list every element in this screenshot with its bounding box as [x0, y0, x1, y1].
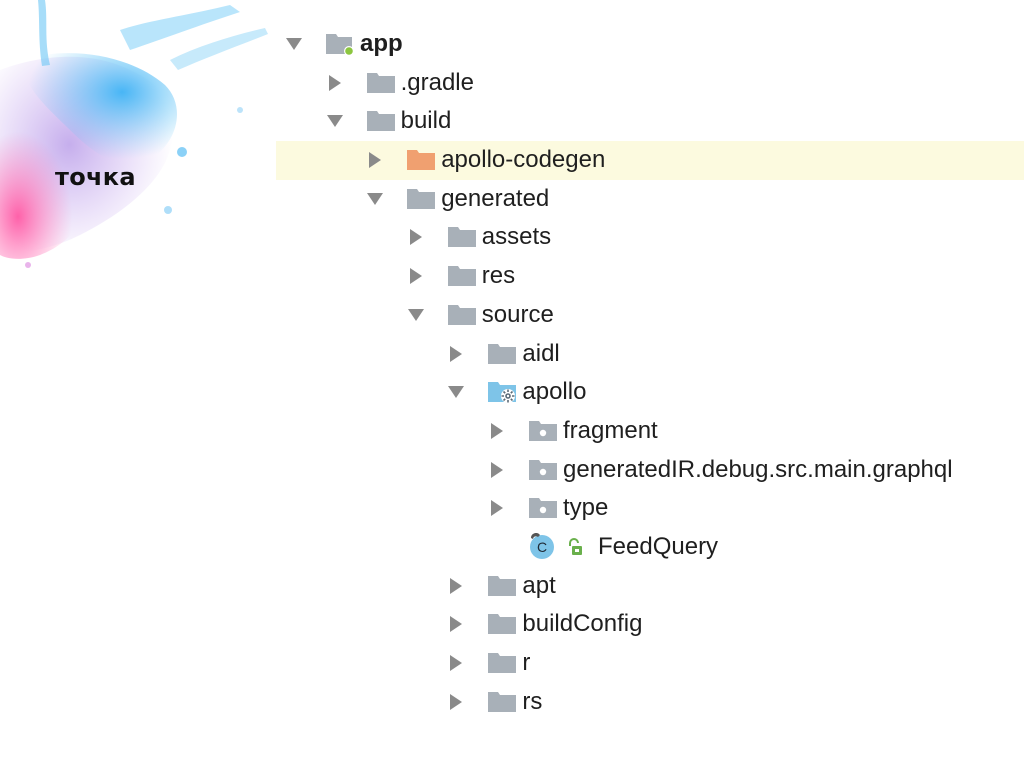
tree-label: app: [360, 30, 403, 57]
tree-label: apollo-codegen: [441, 146, 606, 174]
tree-label: apollo: [522, 378, 587, 406]
svg-text:C: C: [537, 539, 547, 555]
folder-icon: [447, 303, 477, 327]
expand-arrow-right-icon[interactable]: [447, 577, 465, 595]
folder-icon: [487, 574, 517, 598]
expand-arrow-right-icon[interactable]: [407, 228, 425, 246]
expand-arrow-down-icon[interactable]: [366, 190, 384, 208]
folder-icon: [406, 187, 436, 211]
tree-row-apollo[interactable]: apollo: [0, 373, 1024, 412]
expand-arrow-down-icon[interactable]: [407, 306, 425, 324]
expand-arrow-right-icon[interactable]: [447, 345, 465, 363]
tree-label: source: [481, 300, 554, 328]
tree-row-fragment[interactable]: fragment: [0, 412, 1024, 451]
project-tree: app .gradle build apollo-codegen generated as…: [0, 25, 1024, 721]
module-folder-icon: [325, 32, 355, 56]
folder-icon: [487, 612, 517, 636]
tree-row-build[interactable]: build: [0, 102, 1024, 141]
tree-row-apt[interactable]: apt: [0, 567, 1024, 606]
tree-label: FeedQuery: [598, 532, 719, 560]
folder-icon: [366, 71, 396, 95]
package-icon: [528, 496, 558, 520]
tree-label: build: [400, 107, 452, 135]
tree-row-gradle[interactable]: .gradle: [0, 64, 1024, 103]
tree-row-type[interactable]: type: [0, 489, 1024, 528]
tree-row-FeedQuery[interactable]: C FeedQuery: [0, 528, 1024, 567]
tree-label: generated: [441, 184, 550, 212]
excluded-folder-icon: [406, 148, 436, 172]
expand-arrow-right-icon[interactable]: [326, 74, 344, 92]
expand-arrow-right-icon[interactable]: [447, 615, 465, 633]
expand-arrow-down-icon[interactable]: [285, 35, 303, 53]
tree-label: fragment: [563, 416, 658, 444]
tree-row-apollo-codegen[interactable]: apollo-codegen: [0, 141, 1024, 180]
tree-label: res: [481, 262, 516, 290]
tree-row-assets[interactable]: assets: [0, 218, 1024, 257]
tree-row-r[interactable]: r: [0, 644, 1024, 683]
expand-arrow-right-icon[interactable]: [447, 654, 465, 672]
expand-arrow-down-icon[interactable]: [447, 383, 465, 401]
tree-row-generatedIR[interactable]: generatedIR.debug.src.main.graphql: [0, 451, 1024, 490]
tree-row-generated[interactable]: generated: [0, 180, 1024, 219]
folder-icon: [487, 690, 517, 714]
tree-row-aidl[interactable]: aidl: [0, 335, 1024, 374]
package-icon: [528, 458, 558, 482]
folder-icon: [366, 109, 396, 133]
folder-icon: [487, 651, 517, 675]
tree-label: aidl: [522, 339, 560, 367]
tree-label: generatedIR.debug.src.main.graphql: [563, 455, 953, 483]
tree-row-buildConfig[interactable]: buildConfig: [0, 605, 1024, 644]
class-icon: C: [528, 532, 588, 561]
tree-label: .gradle: [400, 68, 474, 96]
expand-arrow-down-icon[interactable]: [326, 112, 344, 130]
expand-arrow-right-icon[interactable]: [488, 422, 506, 440]
tree-row-res[interactable]: res: [0, 257, 1024, 296]
expand-arrow-right-icon[interactable]: [488, 461, 506, 479]
package-icon: [528, 419, 558, 443]
tree-label: rs: [522, 687, 543, 715]
expand-arrow-right-icon[interactable]: [488, 499, 506, 517]
tree-label: apt: [522, 571, 556, 599]
tree-label: type: [563, 494, 609, 522]
folder-icon: [447, 264, 477, 288]
tree-label: r: [522, 649, 531, 676]
generated-source-root-icon: [487, 380, 517, 404]
expand-arrow-right-icon[interactable]: [447, 693, 465, 711]
tree-row-rs[interactable]: rs: [0, 683, 1024, 722]
expand-arrow-right-icon[interactable]: [366, 151, 384, 169]
expand-arrow-right-icon[interactable]: [407, 267, 425, 285]
tree-row-source[interactable]: source: [0, 296, 1024, 335]
tree-label: assets: [481, 223, 552, 251]
tree-row-app[interactable]: app: [0, 25, 1024, 64]
slide: точка app .gradle build apollo-codegen gener…: [0, 0, 1024, 768]
folder-icon: [487, 342, 517, 366]
folder-icon: [447, 225, 477, 249]
tree-label: buildConfig: [522, 610, 643, 638]
